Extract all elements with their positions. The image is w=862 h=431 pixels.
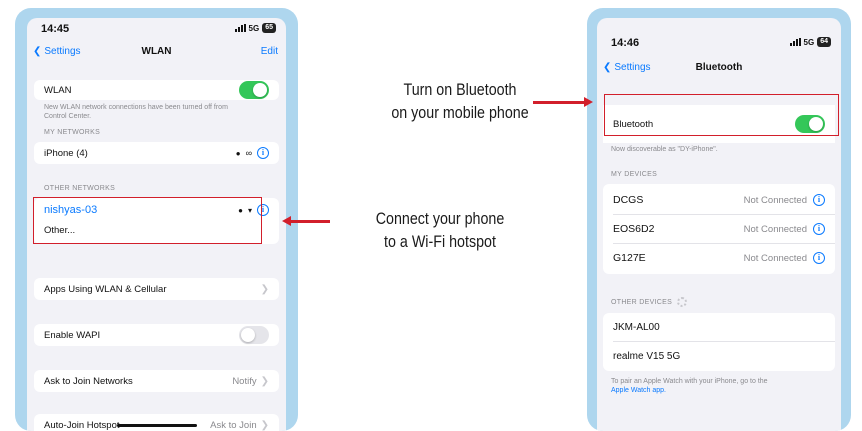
signal-icon [789,38,801,46]
network-type: 5G [248,23,260,33]
edit-button[interactable]: Edit [261,46,278,57]
status-time: 14:46 [611,37,640,49]
wifi-caption-line2: to a Wi-Fi hotspot [384,232,496,251]
wlan-row: WLAN [34,81,279,99]
device-name: DCGS [613,194,644,206]
my-networks-group: iPhone (4) ● ∞ i [34,142,279,164]
wlan-label: WLAN [44,84,72,96]
info-icon[interactable]: i [813,223,825,235]
device-row[interactable]: JKM-AL00 [603,317,835,337]
auto-join-group: Auto-Join Hotspot Ask to Join ❯ [34,414,279,431]
device-row[interactable]: DCGS Not Connected i [603,190,835,210]
status-bar: 14:46 5G 64 [597,32,841,54]
other-networks-header: OTHER NETWORKS [44,185,116,192]
wapi-group: Enable WAPI [34,324,279,346]
network-row[interactable]: iPhone (4) ● ∞ i [34,144,279,162]
my-devices-group: DCGS Not Connected i EOS6D2 Not Connecte… [603,184,835,274]
other-devices-group: JKM-AL00 realme V15 5G [603,313,835,371]
network-type: 5G [803,37,815,47]
apps-label: Apps Using WLAN & Cellular [44,283,167,295]
auto-join-value: Ask to Join [210,419,257,431]
wifi-highlight-box [33,197,262,244]
chevron-right-icon: ❯ [260,283,269,295]
device-name: realme V15 5G [613,350,681,362]
bluetooth-phone-frame: 14:46 5G 64 ❮ Settings Bluetooth Bluetoot… [587,8,851,431]
ask-join-label: Ask to Join Networks [44,375,133,387]
bluetooth-caption-line2: on your mobile phone [391,103,529,122]
bluetooth-screen: 14:46 5G 64 ❮ Settings Bluetooth Bluetoot… [597,18,841,431]
my-devices-header: MY DEVICES [611,171,658,178]
watch-note: To pair an Apple Watch with your iPhone,… [611,377,841,395]
ask-join-group: Ask to Join Networks Notify ❯ [34,370,279,392]
chevron-right-icon: ❯ [260,419,269,431]
wapi-label: Enable WAPI [44,329,101,341]
wifi-caption-line1: Connect your phone [375,209,505,228]
watch-note-text: To pair an Apple Watch with your iPhone,… [611,378,768,385]
wlan-toggle-group: WLAN [34,80,279,100]
other-devices-label: OTHER DEVICES [611,298,673,306]
watch-app-link[interactable]: Apple Watch app. [611,387,666,394]
ask-join-row[interactable]: Ask to Join Networks Notify ❯ [34,372,279,390]
bluetooth-caption-line1: Turn on Bluetooth [403,80,517,99]
device-row[interactable]: EOS6D2 Not Connected i [603,219,835,239]
discoverable-note: Now discoverable as "DY-iPhone". [611,146,718,153]
device-name: EOS6D2 [613,223,655,235]
other-devices-header: OTHER DEVICES [611,297,688,307]
wlan-toggle[interactable] [239,81,269,99]
wlan-note: New WLAN network connections have been t… [44,104,228,120]
my-networks-header: MY NETWORKS [44,129,101,136]
status-time: 14:45 [41,23,70,35]
page-title: Bluetooth [695,62,743,73]
signal-icon [234,24,246,32]
status-bar: 14:45 5G 65 [27,18,286,40]
ask-join-value: Notify [232,375,257,387]
home-indicator [116,424,197,427]
info-icon[interactable]: i [257,147,269,159]
info-icon[interactable]: i [813,252,825,264]
device-row[interactable]: G127E Not Connected i [603,248,835,268]
apps-group: Apps Using WLAN & Cellular ❯ [34,278,279,300]
page-title: WLAN [141,46,172,57]
battery-icon: 64 [817,37,831,47]
wapi-row: Enable WAPI [34,326,279,344]
device-name: G127E [613,252,646,264]
battery-icon: 65 [262,23,276,33]
device-status: Not Connected [743,252,807,264]
chevron-right-icon: ❯ [260,375,269,387]
apps-row[interactable]: Apps Using WLAN & Cellular ❯ [34,280,279,298]
info-icon[interactable]: i [813,194,825,206]
device-status: Not Connected [743,194,807,206]
lock-icon: ● [235,148,241,158]
link-icon: ∞ [245,148,252,158]
wapi-toggle[interactable] [239,326,269,344]
device-name: JKM-AL00 [613,321,660,333]
nav-bar: ❮ Settings WLAN Edit [27,42,286,64]
bluetooth-highlight-box [604,94,839,136]
device-status: Not Connected [743,223,807,235]
bluetooth-arrow [533,97,593,107]
loading-spinner-icon [677,297,688,307]
wifi-caption: Connect your phone to a Wi-Fi hotspot [338,207,543,253]
nav-bar: ❮ Settings Bluetooth [597,58,841,80]
wifi-arrow [282,216,330,226]
device-row[interactable]: realme V15 5G [603,346,835,366]
network-name: iPhone (4) [44,147,88,159]
